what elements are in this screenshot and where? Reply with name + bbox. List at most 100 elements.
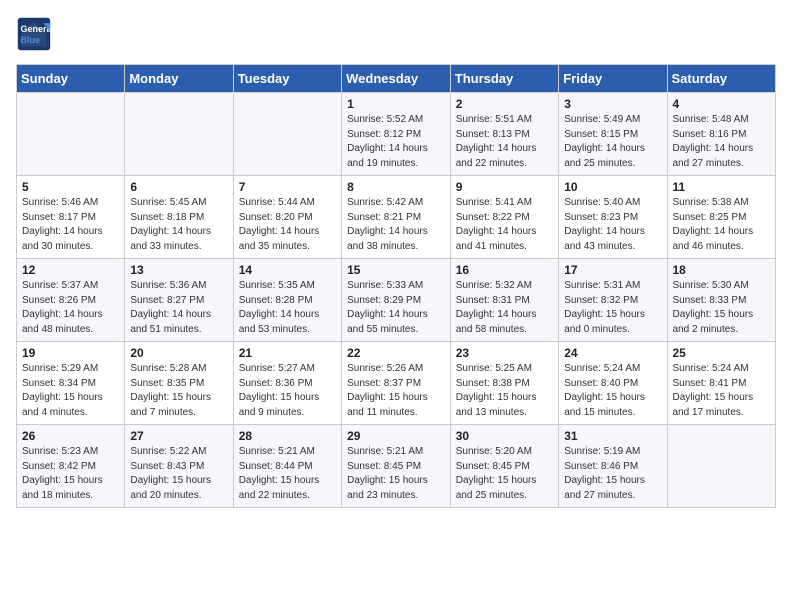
logo: General Blue [16,16,52,52]
day-info: Sunrise: 5:31 AM Sunset: 8:32 PM Dayligh… [564,279,661,337]
calendar-day-26: 26 Sunrise: 5:23 AM Sunset: 8:42 PM Dayli… [17,425,125,508]
day-info: Sunrise: 5:49 AM Sunset: 8:15 PM Dayligh… [564,113,661,171]
calendar-day-13: 13 Sunrise: 5:36 AM Sunset: 8:27 PM Dayli… [125,259,233,342]
calendar-day-4: 4 Sunrise: 5:48 AM Sunset: 8:16 PM Daylig… [667,93,776,176]
day-info: Sunrise: 5:29 AM Sunset: 8:34 PM Dayligh… [22,362,119,420]
weekday-header-monday: Monday [125,65,233,93]
day-number: 16 [456,263,553,277]
page-header: General Blue [16,16,776,52]
calendar-empty-cell [667,425,776,508]
day-info: Sunrise: 5:52 AM Sunset: 8:12 PM Dayligh… [347,113,445,171]
day-number: 29 [347,429,445,443]
day-info: Sunrise: 5:30 AM Sunset: 8:33 PM Dayligh… [673,279,771,337]
day-info: Sunrise: 5:40 AM Sunset: 8:23 PM Dayligh… [564,196,661,254]
weekday-header-sunday: Sunday [17,65,125,93]
day-info: Sunrise: 5:48 AM Sunset: 8:16 PM Dayligh… [673,113,771,171]
day-number: 13 [130,263,227,277]
day-info: Sunrise: 5:46 AM Sunset: 8:17 PM Dayligh… [22,196,119,254]
weekday-header-thursday: Thursday [450,65,558,93]
weekday-header-tuesday: Tuesday [233,65,341,93]
weekday-header-wednesday: Wednesday [342,65,451,93]
day-number: 14 [239,263,336,277]
day-info: Sunrise: 5:33 AM Sunset: 8:29 PM Dayligh… [347,279,445,337]
calendar-day-16: 16 Sunrise: 5:32 AM Sunset: 8:31 PM Dayli… [450,259,558,342]
day-number: 21 [239,346,336,360]
calendar-day-23: 23 Sunrise: 5:25 AM Sunset: 8:38 PM Dayli… [450,342,558,425]
day-info: Sunrise: 5:24 AM Sunset: 8:41 PM Dayligh… [673,362,771,420]
calendar-day-10: 10 Sunrise: 5:40 AM Sunset: 8:23 PM Dayli… [559,176,667,259]
calendar-day-15: 15Sunrise: 5:33 AM Sunset: 8:29 PM Dayli… [342,259,451,342]
day-number: 3 [564,97,661,111]
day-number: 23 [456,346,553,360]
calendar-empty-cell [233,93,341,176]
calendar-day-28: 28 Sunrise: 5:21 AM Sunset: 8:44 PM Dayli… [233,425,341,508]
day-number: 4 [673,97,771,111]
day-info: Sunrise: 5:21 AM Sunset: 8:44 PM Dayligh… [239,445,336,503]
day-number: 17 [564,263,661,277]
day-info: Sunrise: 5:35 AM Sunset: 8:28 PM Dayligh… [239,279,336,337]
calendar-day-20: 20Sunrise: 5:28 AM Sunset: 8:35 PM Dayli… [125,342,233,425]
calendar-day-5: 5 Sunrise: 5:46 AM Sunset: 8:17 PM Daylig… [17,176,125,259]
weekday-header-row: SundayMondayTuesdayWednesdayThursdayFrid… [17,65,776,93]
calendar-week-row: 12 Sunrise: 5:37 AM Sunset: 8:26 PM Dayli… [17,259,776,342]
day-info: Sunrise: 5:22 AM Sunset: 8:43 PM Dayligh… [130,445,227,503]
day-info: Sunrise: 5:38 AM Sunset: 8:25 PM Dayligh… [673,196,771,254]
calendar-day-2: 2Sunrise: 5:51 AM Sunset: 8:13 PM Daylig… [450,93,558,176]
logo-icon: General Blue [16,16,52,52]
calendar-day-11: 11Sunrise: 5:38 AM Sunset: 8:25 PM Dayli… [667,176,776,259]
day-info: Sunrise: 5:27 AM Sunset: 8:36 PM Dayligh… [239,362,336,420]
day-info: Sunrise: 5:25 AM Sunset: 8:38 PM Dayligh… [456,362,553,420]
calendar-table: SundayMondayTuesdayWednesdayThursdayFrid… [16,64,776,508]
calendar-day-29: 29 Sunrise: 5:21 AM Sunset: 8:45 PM Dayli… [342,425,451,508]
day-info: Sunrise: 5:24 AM Sunset: 8:40 PM Dayligh… [564,362,661,420]
calendar-day-9: 9 Sunrise: 5:41 AM Sunset: 8:22 PM Daylig… [450,176,558,259]
day-number: 31 [564,429,661,443]
calendar-day-8: 8 Sunrise: 5:42 AM Sunset: 8:21 PM Daylig… [342,176,451,259]
day-info: Sunrise: 5:51 AM Sunset: 8:13 PM Dayligh… [456,113,553,171]
calendar-day-7: 7 Sunrise: 5:44 AM Sunset: 8:20 PM Daylig… [233,176,341,259]
day-number: 24 [564,346,661,360]
day-number: 18 [673,263,771,277]
day-number: 10 [564,180,661,194]
day-info: Sunrise: 5:41 AM Sunset: 8:22 PM Dayligh… [456,196,553,254]
day-info: Sunrise: 5:23 AM Sunset: 8:42 PM Dayligh… [22,445,119,503]
day-number: 6 [130,180,227,194]
calendar-week-row: 26 Sunrise: 5:23 AM Sunset: 8:42 PM Dayli… [17,425,776,508]
calendar-empty-cell [17,93,125,176]
day-info: Sunrise: 5:32 AM Sunset: 8:31 PM Dayligh… [456,279,553,337]
calendar-day-24: 24 Sunrise: 5:24 AM Sunset: 8:40 PM Dayli… [559,342,667,425]
day-info: Sunrise: 5:20 AM Sunset: 8:45 PM Dayligh… [456,445,553,503]
day-number: 9 [456,180,553,194]
day-number: 25 [673,346,771,360]
day-info: Sunrise: 5:37 AM Sunset: 8:26 PM Dayligh… [22,279,119,337]
day-number: 19 [22,346,119,360]
calendar-day-19: 19 Sunrise: 5:29 AM Sunset: 8:34 PM Dayli… [17,342,125,425]
day-number: 5 [22,180,119,194]
day-info: Sunrise: 5:44 AM Sunset: 8:20 PM Dayligh… [239,196,336,254]
calendar-day-21: 21 Sunrise: 5:27 AM Sunset: 8:36 PM Dayli… [233,342,341,425]
svg-text:Blue: Blue [21,35,41,45]
day-number: 8 [347,180,445,194]
day-number: 26 [22,429,119,443]
calendar-day-17: 17 Sunrise: 5:31 AM Sunset: 8:32 PM Dayli… [559,259,667,342]
day-info: Sunrise: 5:42 AM Sunset: 8:21 PM Dayligh… [347,196,445,254]
weekday-header-saturday: Saturday [667,65,776,93]
calendar-day-30: 30 Sunrise: 5:20 AM Sunset: 8:45 PM Dayli… [450,425,558,508]
day-number: 12 [22,263,119,277]
calendar-day-25: 25 Sunrise: 5:24 AM Sunset: 8:41 PM Dayli… [667,342,776,425]
calendar-day-22: 22 Sunrise: 5:26 AM Sunset: 8:37 PM Dayli… [342,342,451,425]
day-number: 20 [130,346,227,360]
day-number: 30 [456,429,553,443]
weekday-header-friday: Friday [559,65,667,93]
day-info: Sunrise: 5:26 AM Sunset: 8:37 PM Dayligh… [347,362,445,420]
calendar-day-6: 6Sunrise: 5:45 AM Sunset: 8:18 PM Daylig… [125,176,233,259]
day-info: Sunrise: 5:36 AM Sunset: 8:27 PM Dayligh… [130,279,227,337]
calendar-day-3: 3 Sunrise: 5:49 AM Sunset: 8:15 PM Daylig… [559,93,667,176]
day-info: Sunrise: 5:21 AM Sunset: 8:45 PM Dayligh… [347,445,445,503]
day-number: 7 [239,180,336,194]
calendar-day-18: 18 Sunrise: 5:30 AM Sunset: 8:33 PM Dayli… [667,259,776,342]
day-number: 22 [347,346,445,360]
calendar-day-12: 12 Sunrise: 5:37 AM Sunset: 8:26 PM Dayli… [17,259,125,342]
calendar-week-row: 5 Sunrise: 5:46 AM Sunset: 8:17 PM Daylig… [17,176,776,259]
day-number: 28 [239,429,336,443]
